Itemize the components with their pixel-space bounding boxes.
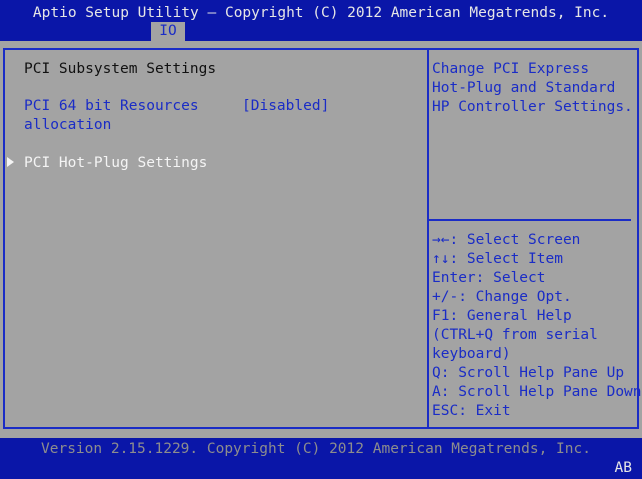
submenu-label[interactable]: PCI Hot-Plug Settings [24, 154, 207, 173]
help-description-line: Change PCI Express [432, 61, 590, 77]
section-title: PCI Subsystem Settings [24, 61, 217, 77]
help-key-general-help: F1: General Help [432, 308, 572, 324]
setting-label-line2[interactable]: allocation [24, 116, 111, 135]
header-bar: Aptio Setup Utility – Copyright (C) 2012… [0, 0, 642, 41]
help-description-line: Hot-Plug and Standard [432, 80, 616, 96]
footer-version: Version 2.15.1229. Copyright (C) 2012 Am… [41, 441, 591, 457]
footer-bar: Version 2.15.1229. Copyright (C) 2012 Am… [0, 438, 642, 479]
help-divider-horizontal [429, 219, 631, 221]
panel-divider-vertical [427, 48, 429, 429]
help-description-line: HP Controller Settings. [432, 99, 633, 115]
setting-label-line1[interactable]: PCI 64 bit Resources [24, 97, 199, 116]
help-key-keyboard: keyboard) [432, 346, 511, 362]
help-key-scroll-up: Q: Scroll Help Pane Up [432, 365, 625, 381]
tab-io[interactable]: IO [151, 22, 185, 41]
help-key-enter: Enter: Select [432, 270, 546, 286]
help-key-change-opt: +/-: Change Opt. [432, 289, 572, 305]
footer-corner-code: AB [614, 460, 632, 476]
help-key-ctrl-q: (CTRL+Q from serial [432, 327, 598, 343]
help-key-esc: ESC: Exit [432, 403, 511, 419]
help-key-scroll-down: A: Scroll Help Pane Down [432, 384, 642, 400]
help-key-select-screen: →←: Select Screen [432, 232, 581, 248]
help-key-select-item: ↑↓: Select Item [432, 251, 563, 267]
setting-value[interactable]: [Disabled] [242, 97, 329, 116]
submenu-arrow-icon [7, 157, 14, 167]
header-title: Aptio Setup Utility – Copyright (C) 2012… [32, 5, 610, 21]
